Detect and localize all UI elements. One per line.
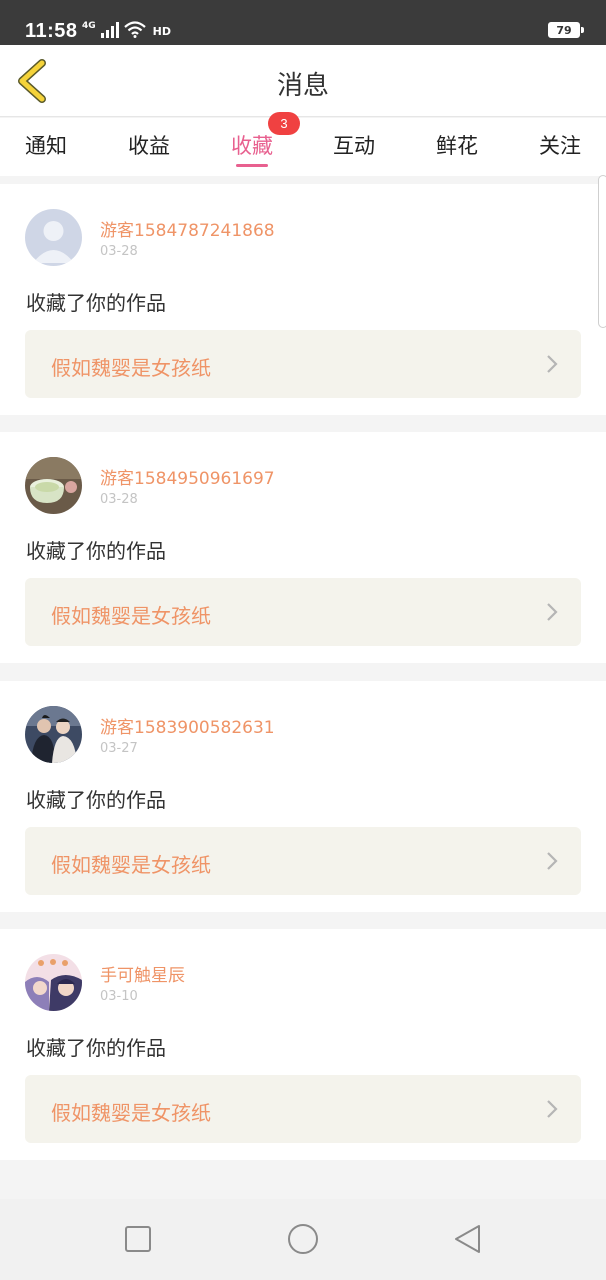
tab-notifications[interactable]: 通知	[25, 130, 67, 160]
message-card: 手可触星辰 03-10 收藏了你的作品 假如魏婴是女孩纸	[0, 929, 606, 1160]
chevron-right-icon	[547, 1100, 558, 1118]
battery-level: 79	[556, 23, 572, 37]
work-title: 假如魏婴是女孩纸	[51, 1101, 211, 1125]
header: 消息	[0, 45, 606, 117]
avatar[interactable]	[25, 209, 82, 266]
tab-flowers[interactable]: 鲜花	[436, 130, 478, 160]
username[interactable]: 游客1584950961697	[100, 464, 275, 489]
status-bar: 11:58 4G HD 79	[0, 0, 606, 45]
work-link[interactable]: 假如魏婴是女孩纸	[25, 578, 581, 646]
avatar[interactable]	[25, 706, 82, 763]
message-date: 03-28	[100, 492, 138, 507]
tab-earnings[interactable]: 收益	[128, 130, 170, 160]
avatar[interactable]	[25, 457, 82, 514]
message-date: 03-10	[100, 989, 138, 1004]
network-type-label: 4G	[82, 21, 96, 31]
home-circle-icon[interactable]	[287, 1223, 319, 1255]
back-triangle-icon[interactable]	[452, 1223, 484, 1255]
chevron-right-icon	[547, 355, 558, 373]
work-title: 假如魏婴是女孩纸	[51, 604, 211, 628]
status-time: 11:58	[25, 20, 78, 42]
username[interactable]: 手可触星辰	[100, 961, 185, 986]
tab-follows[interactable]: 关注	[539, 130, 581, 160]
message-date: 03-27	[100, 741, 138, 756]
message-card: 游客1584787241868 03-28 收藏了你的作品 假如魏婴是女孩纸	[0, 184, 606, 415]
work-link[interactable]: 假如魏婴是女孩纸	[25, 827, 581, 895]
avatar[interactable]	[25, 954, 82, 1011]
teacup-photo-avatar-icon	[25, 457, 82, 514]
signal-icon	[100, 22, 119, 38]
hd-label: HD	[152, 25, 171, 38]
chevron-right-icon	[547, 603, 558, 621]
work-link[interactable]: 假如魏婴是女孩纸	[25, 330, 581, 398]
two-people-photo-avatar-icon	[25, 706, 82, 763]
active-tab-indicator	[236, 164, 268, 167]
action-text: 收藏了你的作品	[26, 788, 166, 812]
hd-voice-icon: HD	[153, 25, 171, 38]
work-title: 假如魏婴是女孩纸	[51, 853, 211, 877]
tab-interactions[interactable]: 互动	[333, 130, 375, 160]
tab-bar: 通知 收益 收藏 互动 鲜花 关注	[0, 118, 606, 176]
scroll-handle[interactable]	[598, 175, 606, 328]
chevron-right-icon	[547, 852, 558, 870]
message-card: 游客1584950961697 03-28 收藏了你的作品 假如魏婴是女孩纸	[0, 432, 606, 663]
battery-icon: 79	[548, 22, 584, 38]
username[interactable]: 游客1583900582631	[100, 713, 275, 738]
system-nav-bar	[0, 1199, 606, 1280]
work-title: 假如魏婴是女孩纸	[51, 356, 211, 380]
message-card: 游客1583900582631 03-27 收藏了你的作品 假如魏婴是女孩纸	[0, 681, 606, 912]
default-avatar-icon	[25, 209, 82, 266]
action-text: 收藏了你的作品	[26, 291, 166, 315]
page-title: 消息	[276, 71, 329, 101]
work-link[interactable]: 假如魏婴是女孩纸	[25, 1075, 581, 1143]
recents-square-icon[interactable]	[122, 1223, 154, 1255]
tab-favorites[interactable]: 收藏	[231, 130, 273, 160]
unread-badge: 3	[268, 112, 300, 135]
action-text: 收藏了你的作品	[26, 1036, 166, 1060]
anime-photo-avatar-icon	[25, 954, 82, 1011]
username[interactable]: 游客1584787241868	[100, 216, 275, 241]
action-text: 收藏了你的作品	[26, 539, 166, 563]
wifi-icon	[123, 21, 146, 38]
message-date: 03-28	[100, 244, 138, 259]
status-icons: 4G HD	[82, 21, 171, 38]
